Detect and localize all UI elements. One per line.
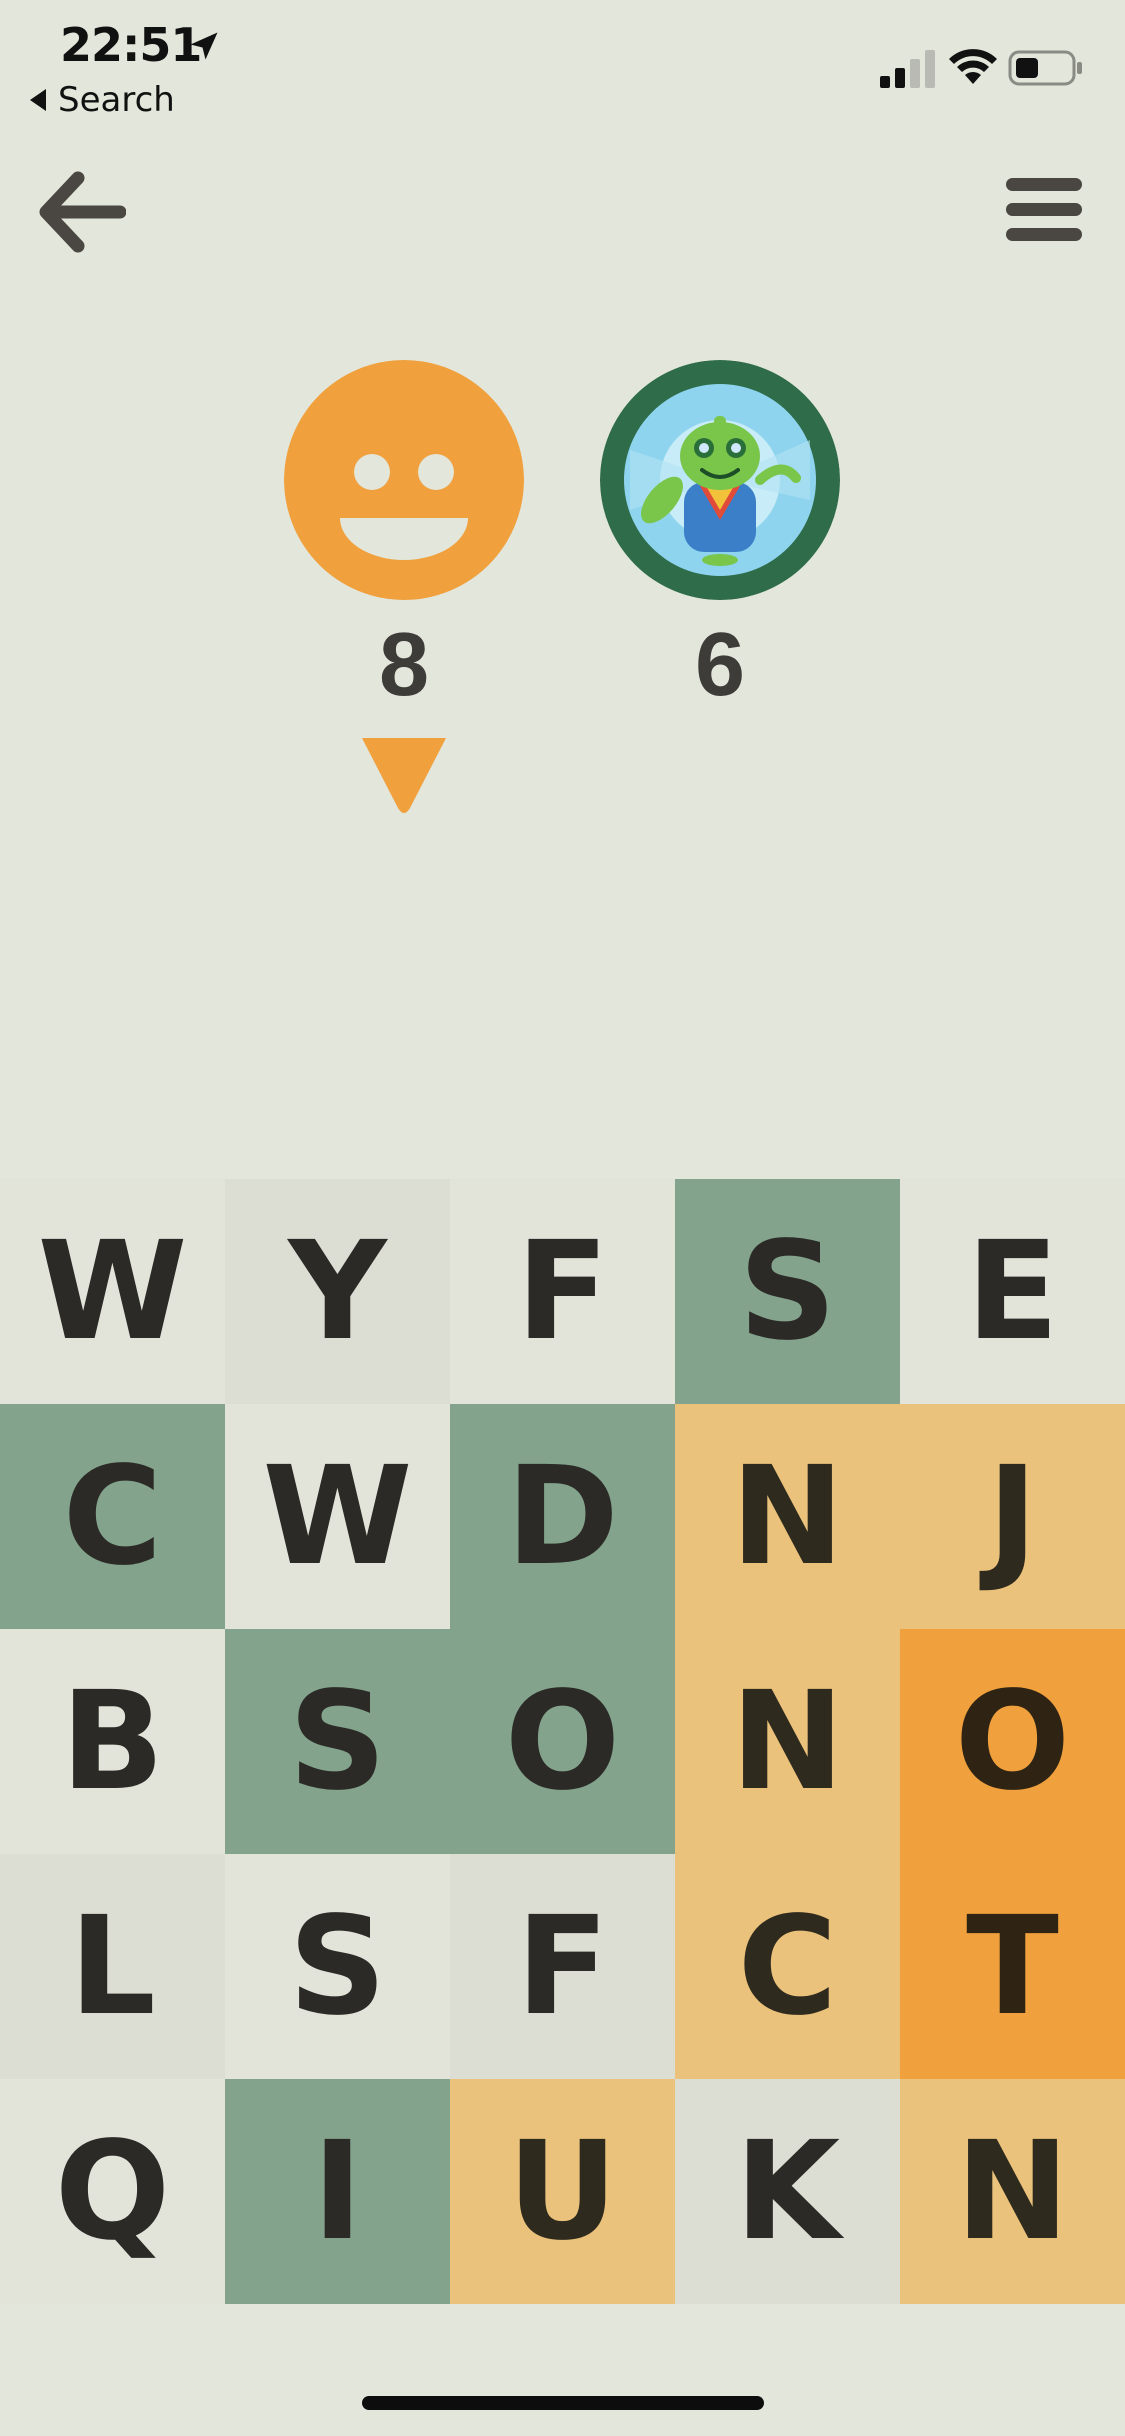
letter-tile[interactable]: E <box>900 1179 1125 1404</box>
back-triangle-icon <box>30 89 46 111</box>
letter-tile[interactable]: Q <box>0 2079 225 2304</box>
letter-tile[interactable]: C <box>675 1854 900 2079</box>
letter-tile[interactable]: T <box>900 1854 1125 2079</box>
back-to-search-link[interactable]: Search <box>30 80 175 120</box>
back-to-search-label: Search <box>58 80 175 120</box>
letter-tile[interactable]: I <box>225 2079 450 2304</box>
smiley-face-avatar[interactable] <box>284 360 524 600</box>
letter-tile[interactable]: F <box>450 1179 675 1404</box>
player-two: 6 <box>600 360 840 720</box>
player-one-score: 8 <box>378 615 430 715</box>
letter-tile[interactable]: W <box>0 1179 225 1404</box>
letter-tile[interactable]: N <box>675 1404 900 1629</box>
letter-tile[interactable]: S <box>675 1179 900 1404</box>
wifi-icon <box>949 49 997 84</box>
turn-indicator-triangle-icon <box>362 738 446 813</box>
arrow-left-icon[interactable] <box>34 166 126 258</box>
cellular-signal-icon <box>880 50 935 88</box>
player-two-score: 6 <box>694 615 746 715</box>
letter-tile[interactable]: C <box>0 1404 225 1629</box>
robot-avatar[interactable] <box>600 360 840 600</box>
letter-tile[interactable]: Y <box>225 1179 450 1404</box>
letter-tile[interactable]: O <box>450 1629 675 1854</box>
hamburger-menu-icon[interactable] <box>1002 170 1086 250</box>
letter-tile[interactable]: U <box>450 2079 675 2304</box>
letter-tile[interactable]: N <box>675 1629 900 1854</box>
letter-tile[interactable]: D <box>450 1404 675 1629</box>
home-indicator <box>362 2396 764 2410</box>
letter-board: WYFSECWDNJBSONOLSFCTQIUKN <box>0 1179 1125 2304</box>
letter-tile[interactable]: J <box>900 1404 1125 1629</box>
location-arrow-icon <box>190 32 218 60</box>
letter-tile[interactable]: B <box>0 1629 225 1854</box>
letter-tile[interactable]: S <box>225 1854 450 2079</box>
letter-tile[interactable]: K <box>675 2079 900 2304</box>
letter-tile[interactable]: O <box>900 1629 1125 1854</box>
letter-tile[interactable]: F <box>450 1854 675 2079</box>
letter-tile[interactable]: N <box>900 2079 1125 2304</box>
player-one: 8 <box>284 360 524 720</box>
letter-tile[interactable]: W <box>225 1404 450 1629</box>
status-time: 22:51 <box>60 18 202 72</box>
letter-tile[interactable]: L <box>0 1854 225 2079</box>
battery-icon <box>1008 50 1082 86</box>
letter-tile[interactable]: S <box>225 1629 450 1854</box>
